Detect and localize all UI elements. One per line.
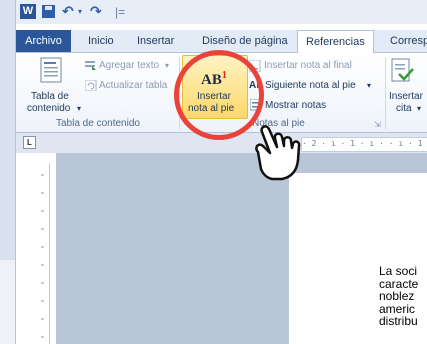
group-label-table-of-contents: Tabla de contenido xyxy=(56,118,140,129)
chevron-down-icon: ▾ xyxy=(77,104,82,113)
vertical-ruler[interactable] xyxy=(36,163,50,344)
save-icon[interactable] xyxy=(42,5,55,18)
word-window: W ↶ ▾ ↷ |= Archivo Inicio Insertar Diseñ… xyxy=(15,0,427,344)
undo-dropdown-icon[interactable]: ▾ xyxy=(78,2,82,22)
tab-archivo[interactable]: Archivo xyxy=(16,30,71,52)
word-logo-icon[interactable]: W xyxy=(20,4,36,19)
next-footnote-label: Siguiente nota al pie xyxy=(265,80,356,91)
insert-citation-label-1: Insertar xyxy=(389,91,423,102)
customize-toolbar-icon[interactable]: |= xyxy=(115,4,125,20)
tab-diseno-de-pagina[interactable]: Diseño de página xyxy=(202,30,288,52)
table-of-contents-label-1: Tabla de xyxy=(31,91,69,102)
table-of-contents-icon xyxy=(40,57,62,83)
group-separator xyxy=(385,57,386,129)
quick-access-toolbar: W ↶ ▾ ↷ |= xyxy=(16,0,427,24)
pointer-hand-icon xyxy=(255,125,301,181)
chevron-down-icon: ▾ xyxy=(367,81,372,90)
vertical-ruler-ticks xyxy=(41,174,44,338)
dialog-launcher-icon[interactable]: ⇲ xyxy=(374,119,381,131)
tab-correspondencia[interactable]: Corresp xyxy=(390,30,427,52)
update-table-label: Actualizar tabla xyxy=(99,80,168,91)
add-text-label: Agregar texto xyxy=(99,60,160,71)
insert-citation-icon xyxy=(391,58,414,82)
table-of-contents-label-2: contenido xyxy=(27,103,71,114)
chevron-down-icon: ▾ xyxy=(417,104,422,113)
tab-inicio[interactable]: Inicio xyxy=(88,30,114,52)
document-page[interactable]: La soci caracte noblez americ distribu xyxy=(289,173,427,344)
undo-icon[interactable]: ↶ xyxy=(62,2,74,22)
horizontal-ruler[interactable]: · 2 · ı · 1 · ı · · ı · 1 · xyxy=(301,137,427,152)
document-line: La soci xyxy=(379,265,418,278)
document-line: noblez xyxy=(379,289,415,303)
insert-citation-label-2: cita xyxy=(396,103,412,114)
document-line: distribu xyxy=(379,314,418,328)
tab-selector-icon[interactable]: L xyxy=(23,136,36,149)
insert-endnote-label: Insertar nota al final xyxy=(264,60,352,71)
document-workspace[interactable]: La soci caracte noblez americ distribu xyxy=(56,153,427,344)
document-body-text[interactable]: La soci caracte noblez americ distribu xyxy=(379,265,427,328)
show-notes-label: Mostrar notas xyxy=(265,100,327,111)
add-text-icon xyxy=(85,61,96,70)
tab-referencias[interactable]: Referencias xyxy=(297,30,374,54)
redo-icon[interactable]: ↷ xyxy=(90,2,102,22)
tab-insertar[interactable]: Insertar xyxy=(137,30,174,52)
chevron-down-icon: ▾ xyxy=(165,61,170,70)
update-table-icon xyxy=(85,80,97,91)
